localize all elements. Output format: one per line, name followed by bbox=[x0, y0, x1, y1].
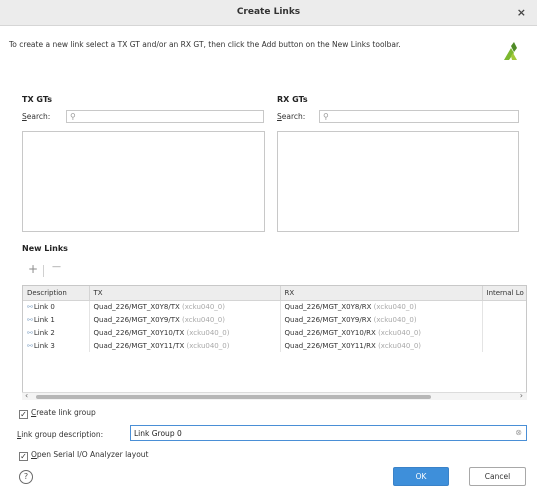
column-header-tx[interactable]: TX bbox=[89, 286, 281, 301]
link-tx-cell[interactable]: Quad_226/MGT_X0Y10/TX (xcku040_0) bbox=[89, 326, 281, 339]
column-header-internal-loopback[interactable]: Internal Lo bbox=[482, 286, 526, 301]
close-icon[interactable]: × bbox=[517, 6, 526, 19]
link-icon: ⚯ bbox=[27, 341, 33, 350]
link-rx-cell[interactable]: Quad_226/MGT_X0Y11/RX (xcku040_0) bbox=[280, 339, 483, 352]
new-links-heading: New Links bbox=[22, 244, 68, 253]
link-icon: ⚯ bbox=[27, 315, 33, 324]
link-rx-cell[interactable]: Quad_226/MGT_X0Y10/RX (xcku040_0) bbox=[280, 326, 483, 339]
link-tx-cell[interactable]: Quad_226/MGT_X0Y11/TX (xcku040_0) bbox=[89, 339, 281, 352]
internal-loopback-cell bbox=[482, 339, 526, 352]
link-rx-cell[interactable]: Quad_226/MGT_X0Y9/RX (xcku040_0) bbox=[280, 313, 483, 326]
instruction-text: To create a new link select a TX GT and/… bbox=[9, 40, 401, 49]
table-row[interactable]: ⚯Link 1 Quad_226/MGT_X0Y9/TX (xcku040_0)… bbox=[23, 313, 526, 326]
xilinx-logo-icon bbox=[504, 42, 517, 60]
link-group-description-input[interactable]: ⊗ bbox=[130, 425, 527, 441]
column-header-description[interactable]: Description bbox=[23, 286, 90, 301]
title-bar: Create Links × bbox=[0, 0, 537, 26]
rx-gts-list[interactable] bbox=[277, 131, 519, 232]
add-link-button[interactable]: + bbox=[28, 262, 38, 276]
column-header-rx[interactable]: RX bbox=[280, 286, 483, 301]
rx-search-label: Search: bbox=[277, 112, 306, 121]
tx-search-label: Search: bbox=[22, 112, 51, 121]
ok-button[interactable]: OK bbox=[393, 467, 449, 486]
clear-field-icon[interactable]: ⊗ bbox=[515, 428, 522, 437]
table-row[interactable]: ⚯Link 3 Quad_226/MGT_X0Y11/TX (xcku040_0… bbox=[23, 339, 526, 352]
scroll-left-icon[interactable]: ‹ bbox=[25, 391, 28, 400]
rx-search-input[interactable]: ⚲ bbox=[319, 110, 519, 123]
rx-search-field[interactable] bbox=[334, 111, 516, 122]
create-link-group-checkbox[interactable]: ✓ bbox=[19, 410, 28, 419]
search-icon: ⚲ bbox=[70, 112, 76, 121]
toolbar-separator bbox=[43, 265, 44, 277]
create-link-group-option[interactable]: ✓ Create link group bbox=[19, 408, 96, 419]
link-icon: ⚯ bbox=[27, 328, 33, 337]
help-icon[interactable]: ? bbox=[19, 470, 33, 484]
internal-loopback-cell bbox=[482, 300, 526, 313]
remove-link-button[interactable]: — bbox=[52, 262, 61, 272]
link-group-description-field[interactable] bbox=[134, 427, 504, 439]
scroll-right-icon[interactable]: › bbox=[520, 391, 523, 400]
dialog-title: Create Links bbox=[236, 7, 301, 17]
open-analyzer-layout-checkbox[interactable]: ✓ bbox=[19, 452, 28, 461]
internal-loopback-cell bbox=[482, 313, 526, 326]
rx-gts-heading: RX GTs bbox=[277, 95, 308, 104]
horizontal-scrollbar[interactable]: ‹ › bbox=[22, 391, 527, 400]
open-analyzer-layout-option[interactable]: ✓ Open Serial I/O Analyzer layout bbox=[19, 450, 148, 461]
link-group-description-label: Link group description: bbox=[17, 430, 104, 439]
search-icon: ⚲ bbox=[323, 112, 329, 121]
tx-search-field[interactable] bbox=[81, 111, 261, 122]
link-tx-cell[interactable]: Quad_226/MGT_X0Y9/TX (xcku040_0) bbox=[89, 313, 281, 326]
link-rx-cell[interactable]: Quad_226/MGT_X0Y8/RX (xcku040_0) bbox=[280, 300, 483, 313]
link-description-cell[interactable]: ⚯Link 0 bbox=[23, 300, 90, 313]
scrollbar-thumb[interactable] bbox=[36, 395, 431, 399]
link-description-cell[interactable]: ⚯Link 3 bbox=[23, 339, 90, 352]
table-row[interactable]: ⚯Link 0 Quad_226/MGT_X0Y8/TX (xcku040_0)… bbox=[23, 300, 526, 313]
link-tx-cell[interactable]: Quad_226/MGT_X0Y8/TX (xcku040_0) bbox=[89, 300, 281, 313]
table-header-row: Description TX RX Internal Lo bbox=[23, 286, 526, 301]
cancel-button[interactable]: Cancel bbox=[469, 467, 526, 486]
link-description-cell[interactable]: ⚯Link 1 bbox=[23, 313, 90, 326]
tx-gts-list[interactable] bbox=[22, 131, 265, 232]
link-icon: ⚯ bbox=[27, 302, 33, 311]
tx-gts-heading: TX GTs bbox=[22, 95, 52, 104]
internal-loopback-cell bbox=[482, 326, 526, 339]
link-description-cell[interactable]: ⚯Link 2 bbox=[23, 326, 90, 339]
table-row[interactable]: ⚯Link 2 Quad_226/MGT_X0Y10/TX (xcku040_0… bbox=[23, 326, 526, 339]
tx-search-input[interactable]: ⚲ bbox=[66, 110, 264, 123]
new-links-table: Description TX RX Internal Lo ⚯Link 0 Qu… bbox=[22, 285, 527, 400]
